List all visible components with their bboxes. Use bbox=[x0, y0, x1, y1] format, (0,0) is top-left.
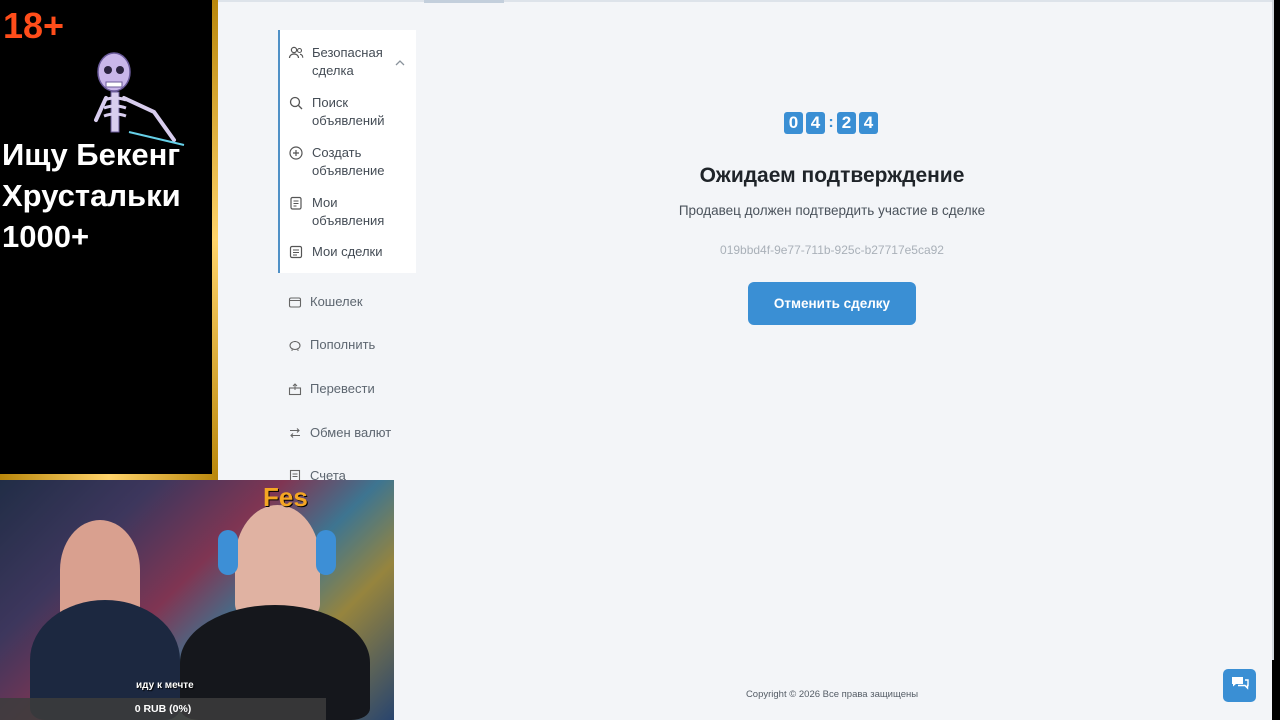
sidebar-item-my-ads[interactable]: Мои объявления bbox=[288, 194, 398, 230]
plus-circle-icon bbox=[288, 145, 304, 161]
sidebar-group-label: Безопасная сделка bbox=[312, 45, 383, 78]
sidebar-item-exchange[interactable]: Обмен валют bbox=[288, 425, 391, 440]
wallet-icon bbox=[288, 295, 302, 309]
footer-copyright: Copyright © 2026 Все права защищены bbox=[745, 689, 919, 700]
list-icon bbox=[288, 195, 304, 211]
stream-overlay-panel: 18+ Ищу Бекенг Хрустальки 1000+ bbox=[0, 0, 213, 476]
status-description: Продавец должен подтвердить участие в сд… bbox=[678, 203, 986, 218]
top-accent-bar bbox=[424, 0, 504, 3]
sidebar-item-wallet[interactable]: Кошелек bbox=[288, 294, 363, 309]
piggy-bank-icon bbox=[288, 338, 302, 352]
sidebar-group-safe-deal[interactable]: Безопасная сделка bbox=[288, 44, 388, 80]
users-icon bbox=[288, 45, 304, 61]
overlay-text-line: Хрустальки bbox=[2, 178, 181, 213]
timer-digit: 0 bbox=[784, 112, 803, 134]
headphones bbox=[218, 530, 238, 575]
exchange-icon bbox=[288, 426, 302, 440]
sidebar-item-create-ad[interactable]: Создать объявление bbox=[288, 144, 398, 180]
streamer-name: Fes bbox=[263, 482, 308, 512]
cancel-deal-button[interactable]: Отменить сделку bbox=[748, 282, 916, 325]
headphones bbox=[316, 530, 336, 575]
deal-id: 019bbd4f-9e77-711b-925c-b27717e5ca92 bbox=[720, 243, 944, 257]
timer-digit: 2 bbox=[837, 112, 856, 134]
sidebar-item-label: Перевести bbox=[310, 381, 375, 396]
sidebar-item-label: Кошелек bbox=[310, 294, 363, 309]
chat-button[interactable] bbox=[1223, 669, 1256, 702]
timer-digit: 4 bbox=[806, 112, 825, 134]
page-title: Ожидаем подтверждение bbox=[699, 164, 965, 187]
webcam-person bbox=[235, 505, 320, 615]
transfer-icon bbox=[288, 382, 302, 396]
sidebar-item-label: Поиск объявлений bbox=[312, 95, 385, 128]
countdown-timer: 0 4 : 2 4 bbox=[784, 112, 878, 134]
sidebar-item-label: Мои объявления bbox=[312, 195, 385, 228]
sidebar-item-label: Обмен валют bbox=[310, 425, 392, 440]
search-icon bbox=[288, 95, 304, 111]
overlay-text-line: Ищу Бекенг bbox=[2, 137, 181, 172]
age-badge: 18+ bbox=[3, 5, 65, 46]
scrollbar[interactable] bbox=[1272, 0, 1274, 660]
stream-caption: иду к мечте bbox=[136, 680, 194, 691]
overlay-text-line: 1000+ bbox=[2, 219, 90, 254]
sidebar-item-label: Пополнить bbox=[310, 337, 376, 352]
sidebar-item-label: Мои сделки bbox=[312, 244, 383, 259]
sidebar-item-search-ads[interactable]: Поиск объявлений bbox=[288, 94, 398, 130]
timer-digit: 4 bbox=[859, 112, 878, 134]
skeleton-sticker bbox=[84, 50, 194, 150]
sidebar-item-my-deals[interactable]: Мои сделки bbox=[288, 243, 398, 261]
donation-goal-bar: 0 RUB (0%) bbox=[0, 698, 326, 720]
window-edge bbox=[1272, 0, 1280, 720]
webcam-overlay: Fes иду к мечте 0 RUB (0%) bbox=[0, 480, 394, 720]
sidebar-item-transfer[interactable]: Перевести bbox=[288, 381, 375, 396]
chat-icon bbox=[1230, 673, 1250, 698]
sidebar-item-top-up[interactable]: Пополнить bbox=[288, 337, 375, 352]
chevron-up-icon[interactable] bbox=[394, 56, 406, 68]
sidebar-item-label: Создать объявление bbox=[312, 145, 385, 178]
timer-separator: : bbox=[828, 114, 834, 131]
deals-icon bbox=[288, 244, 304, 260]
